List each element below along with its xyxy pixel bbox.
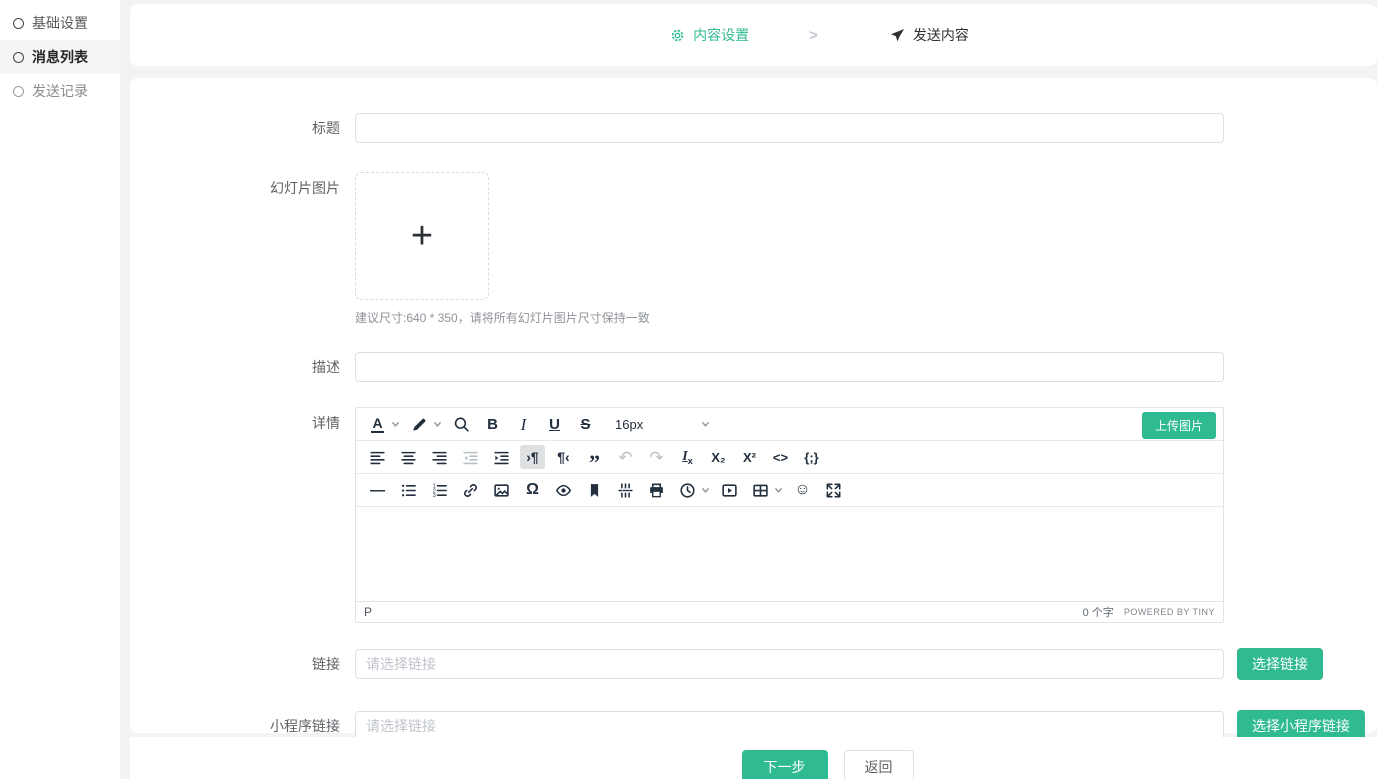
align-center-icon[interactable] bbox=[396, 445, 421, 469]
rtl-paragraph-icon[interactable]: ¶‹ bbox=[551, 445, 576, 469]
upload-image-button[interactable]: 上传图片 bbox=[1142, 412, 1216, 439]
emoticons-icon[interactable]: ☺ bbox=[790, 478, 815, 502]
step-send-content[interactable]: 发送内容 bbox=[890, 25, 969, 45]
next-step-button[interactable]: 下一步 bbox=[742, 750, 828, 779]
strikethrough-icon[interactable]: S bbox=[573, 412, 598, 436]
page-break-icon[interactable] bbox=[613, 478, 638, 502]
code-sample-icon[interactable]: {;} bbox=[799, 445, 824, 469]
image-icon[interactable] bbox=[489, 478, 514, 502]
subscript-icon[interactable]: X₂ bbox=[706, 445, 731, 469]
step-label: 发送内容 bbox=[913, 25, 969, 45]
horizontal-rule-icon[interactable]: — bbox=[365, 478, 390, 502]
blockquote-icon[interactable]: ” bbox=[582, 445, 607, 469]
anchor-icon[interactable] bbox=[582, 478, 607, 502]
circle-icon bbox=[13, 86, 24, 97]
slide-image-upload[interactable]: + bbox=[355, 172, 489, 300]
undo-icon: ↶ bbox=[613, 445, 638, 469]
circle-icon bbox=[13, 18, 24, 29]
search-replace-icon[interactable] bbox=[449, 412, 474, 436]
link-input[interactable] bbox=[355, 649, 1224, 679]
fullscreen-icon[interactable] bbox=[821, 478, 846, 502]
superscript-icon[interactable]: X² bbox=[737, 445, 762, 469]
background-color-chevron-icon[interactable] bbox=[432, 412, 443, 436]
element-path[interactable]: P bbox=[364, 605, 372, 619]
indent-icon[interactable] bbox=[489, 445, 514, 469]
main-area: 内容设置 > 发送内容 标题 幻灯片图片 + 建议尺寸:6 bbox=[120, 0, 1377, 779]
step-separator: > bbox=[809, 27, 818, 44]
sidebar-item-label: 消息列表 bbox=[32, 47, 88, 67]
align-left-icon[interactable] bbox=[365, 445, 390, 469]
table-icon[interactable] bbox=[748, 478, 773, 502]
text-color-icon[interactable]: A bbox=[365, 412, 390, 436]
footer-action-bar: 下一步 返回 bbox=[130, 737, 1377, 779]
remove-format-icon[interactable]: Ix bbox=[675, 445, 700, 469]
description-input[interactable] bbox=[355, 352, 1224, 382]
text-color-chevron-icon[interactable] bbox=[390, 412, 401, 436]
slide-size-hint: 建议尺寸:640 * 350，请将所有幻灯片图片尺寸保持一致 bbox=[355, 309, 1224, 326]
rich-text-editor: A BIUS 16px ›¶¶‹”↶↷IxX₂X²<>{;} — 123 Ω ☺ 上传图片… bbox=[355, 407, 1224, 623]
steps-bar: 内容设置 > 发送内容 bbox=[130, 4, 1377, 66]
special-character-icon[interactable]: Ω bbox=[520, 478, 545, 502]
plus-icon: + bbox=[411, 217, 433, 255]
step-content-settings[interactable]: 内容设置 bbox=[670, 25, 749, 45]
sidebar: 基础设置 消息列表 发送记录 bbox=[0, 0, 120, 779]
sidebar-item-message-list[interactable]: 消息列表 bbox=[0, 40, 120, 74]
sidebar-item-basic-settings[interactable]: 基础设置 bbox=[0, 6, 120, 40]
editor-toolbar-row-2: ›¶¶‹”↶↷IxX₂X²<>{;} bbox=[356, 441, 1223, 474]
redo-icon: ↷ bbox=[644, 445, 669, 469]
gear-icon bbox=[670, 28, 685, 43]
detail-label: 详情 bbox=[130, 407, 355, 623]
numbered-list-icon[interactable]: 123 bbox=[427, 478, 452, 502]
editor-toolbar-row-1: A BIUS 16px bbox=[356, 408, 1223, 441]
tiny-brand-link[interactable]: POWERED BY TINY bbox=[1124, 607, 1215, 617]
sidebar-item-send-records[interactable]: 发送记录 bbox=[0, 74, 120, 108]
back-button[interactable]: 返回 bbox=[844, 750, 914, 779]
sidebar-item-label: 发送记录 bbox=[32, 81, 88, 101]
title-input[interactable] bbox=[355, 113, 1224, 143]
background-color-icon[interactable] bbox=[407, 412, 432, 436]
editor-content-area[interactable] bbox=[356, 507, 1223, 601]
circle-icon bbox=[13, 52, 24, 63]
content-form-card: 标题 幻灯片图片 + 建议尺寸:640 * 350，请将所有幻灯片图片尺寸保持一… bbox=[130, 78, 1377, 733]
paper-plane-icon bbox=[890, 28, 905, 43]
link-label: 链接 bbox=[130, 649, 355, 679]
font-size-select[interactable]: 16px bbox=[609, 411, 717, 437]
bullet-list-icon[interactable] bbox=[396, 478, 421, 502]
title-label: 标题 bbox=[130, 113, 355, 143]
media-icon[interactable] bbox=[717, 478, 742, 502]
align-right-icon[interactable] bbox=[427, 445, 452, 469]
word-count: 0 个字 bbox=[1083, 604, 1114, 620]
description-label: 描述 bbox=[130, 352, 355, 382]
ltr-paragraph-icon[interactable]: ›¶ bbox=[520, 445, 545, 469]
select-link-button[interactable]: 选择链接 bbox=[1237, 648, 1323, 680]
print-icon[interactable] bbox=[644, 478, 669, 502]
underline-icon[interactable]: U bbox=[542, 412, 567, 436]
datetime-icon[interactable] bbox=[675, 478, 700, 502]
svg-text:3: 3 bbox=[433, 492, 436, 498]
font-size-value: 16px bbox=[615, 417, 643, 432]
editor-toolbar-row-3: — 123 Ω ☺ bbox=[356, 474, 1223, 507]
slides-label: 幻灯片图片 bbox=[130, 172, 355, 326]
bold-icon[interactable]: B bbox=[480, 412, 505, 436]
outdent-icon bbox=[458, 445, 483, 469]
table-chevron-icon[interactable] bbox=[773, 478, 784, 502]
sidebar-item-label: 基础设置 bbox=[32, 13, 88, 33]
italic-icon[interactable]: I bbox=[511, 412, 536, 436]
code-icon[interactable]: <> bbox=[768, 445, 793, 469]
editor-statusbar: P 0 个字 POWERED BY TINY bbox=[356, 601, 1223, 622]
link-icon[interactable] bbox=[458, 478, 483, 502]
datetime-chevron-icon[interactable] bbox=[700, 478, 711, 502]
preview-icon[interactable] bbox=[551, 478, 576, 502]
step-label: 内容设置 bbox=[693, 25, 749, 45]
